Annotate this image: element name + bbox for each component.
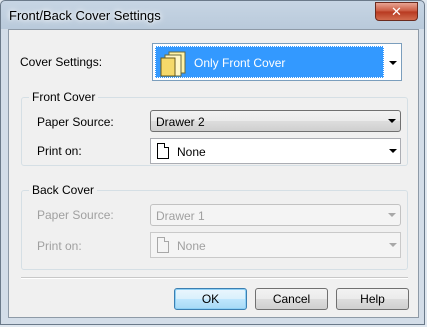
- help-button[interactable]: Help: [336, 288, 409, 310]
- blank-page-icon: [157, 237, 169, 253]
- back-print-on-label: Print on:: [37, 239, 82, 253]
- front-paper-source-value: Drawer 2: [156, 115, 205, 129]
- blank-page-icon: [157, 143, 169, 159]
- cancel-button[interactable]: Cancel: [255, 288, 328, 310]
- cover-stack-icon: [160, 51, 186, 77]
- divider: [21, 277, 408, 279]
- back-print-on-select: None: [150, 232, 401, 258]
- chevron-down-icon: [389, 243, 397, 247]
- chevron-down-icon: [388, 213, 396, 217]
- back-paper-source-combo: Drawer 1: [150, 204, 401, 226]
- front-paper-source-combo[interactable]: Drawer 2: [150, 110, 401, 132]
- front-print-on-select[interactable]: None: [150, 138, 401, 164]
- back-cover-title: Back Cover: [29, 183, 98, 197]
- cover-settings-select[interactable]: Only Front Cover: [152, 43, 402, 81]
- chevron-down-icon: [389, 61, 397, 65]
- ok-button[interactable]: OK: [174, 288, 247, 310]
- chevron-down-icon: [388, 119, 396, 123]
- back-paper-source-label: Paper Source:: [37, 208, 114, 222]
- front-print-on-label: Print on:: [37, 144, 82, 158]
- front-paper-source-label: Paper Source:: [37, 115, 114, 129]
- cover-settings-label: Cover Settings:: [20, 55, 103, 69]
- title-bar[interactable]: Front/Back Cover Settings ✕: [1, 1, 424, 29]
- dialog-client-area: Cover Settings: Only Front Cover Front C…: [8, 29, 419, 318]
- front-cover-title: Front Cover: [29, 90, 99, 104]
- window-title: Front/Back Cover Settings: [9, 8, 161, 23]
- chevron-down-icon: [389, 149, 397, 153]
- dialog-window: Front/Back Cover Settings ✕ Cover Settin…: [0, 0, 425, 325]
- cover-settings-value: Only Front Cover: [194, 56, 286, 70]
- front-print-on-value: None: [177, 145, 206, 159]
- close-button[interactable]: ✕: [375, 2, 418, 21]
- back-cover-group: Back Cover: [21, 183, 408, 270]
- cover-settings-selected-item: Only Front Cover: [155, 46, 384, 78]
- back-paper-source-value: Drawer 1: [156, 209, 205, 223]
- back-print-on-value: None: [177, 239, 206, 253]
